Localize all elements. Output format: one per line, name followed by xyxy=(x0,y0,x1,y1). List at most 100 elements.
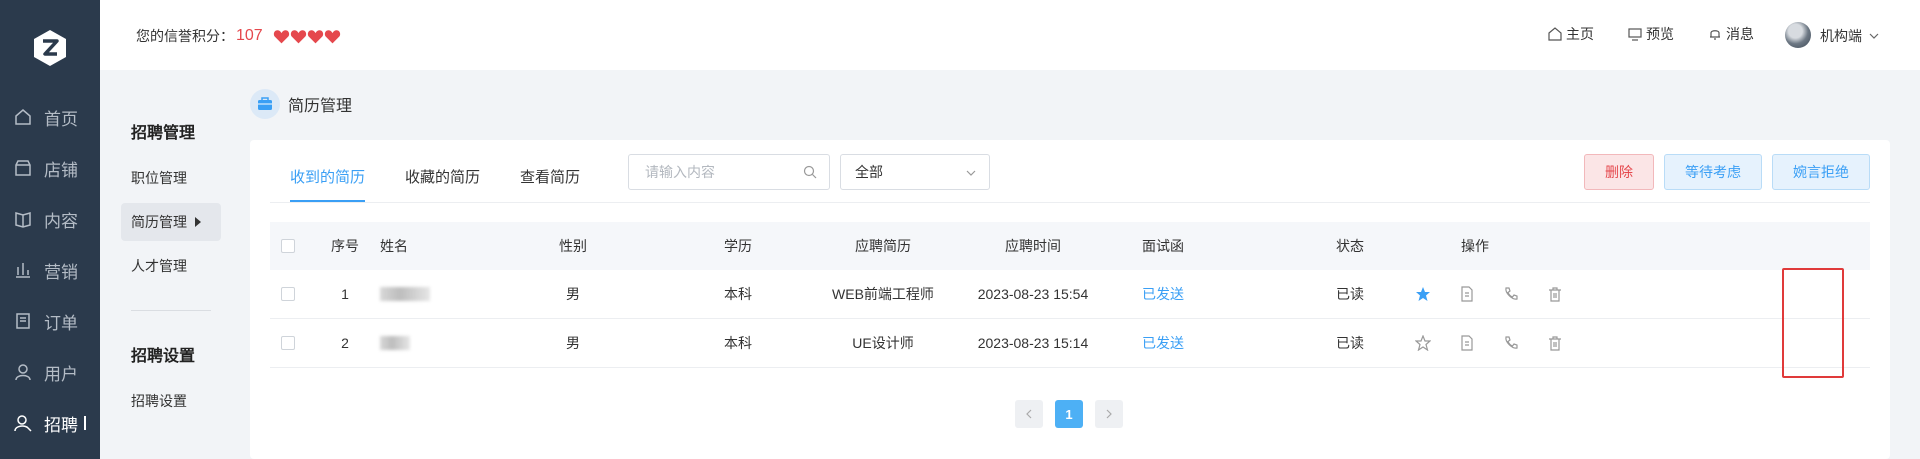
table-header: 序号 姓名 性别 学历 应聘简历 应聘时间 面试函 状态 操作 xyxy=(270,222,1870,270)
nav-label: 招聘 xyxy=(44,415,78,435)
sub-item-jobs[interactable]: 职位管理 xyxy=(121,159,221,197)
col-resume: 应聘简历 xyxy=(855,238,911,254)
home-link[interactable]: 主页 xyxy=(1548,24,1594,44)
page-button-current[interactable]: 1 xyxy=(1055,400,1083,428)
cell-status: 已读 xyxy=(1336,335,1364,351)
group-title-recruit-settings: 招聘设置 xyxy=(131,348,196,365)
sub-item-settings[interactable]: 招聘设置 xyxy=(121,382,221,420)
cell-edu: 本科 xyxy=(724,335,752,351)
sub-item-resumes[interactable]: 简历管理 xyxy=(121,203,221,241)
col-time: 应聘时间 xyxy=(1005,238,1061,254)
main-nav: 首页 店铺 内容 营销 订单 用户 招聘 xyxy=(0,0,100,459)
search-input[interactable] xyxy=(645,164,795,180)
nav-item-marketing[interactable]: 营销 xyxy=(0,255,100,285)
cell-invite[interactable]: 已发送 xyxy=(1123,319,1203,367)
document-icon[interactable] xyxy=(1455,282,1479,306)
cell-gender: 男 xyxy=(566,286,580,302)
messages-link-label: 消息 xyxy=(1726,26,1754,42)
username: 机构端 xyxy=(1820,28,1862,44)
user-icon xyxy=(14,363,32,381)
cell-time: 2023-08-23 15:54 xyxy=(977,286,1089,302)
nav-item-recruit[interactable]: 招聘 xyxy=(0,408,100,438)
home-link-label: 主页 xyxy=(1566,26,1594,42)
sub-item-talents[interactable]: 人才管理 xyxy=(121,247,221,285)
tab-viewed[interactable]: 查看简历 xyxy=(520,166,580,201)
home-icon xyxy=(1548,27,1562,41)
delete-button[interactable]: 删除 xyxy=(1584,154,1654,190)
chevron-down-icon xyxy=(1869,33,1879,39)
tab-favorited[interactable]: 收藏的简历 xyxy=(405,166,480,201)
nav-item-content[interactable]: 内容 xyxy=(0,204,100,234)
heart-icon xyxy=(324,29,340,43)
store-icon xyxy=(14,159,32,177)
search-icon[interactable] xyxy=(803,165,817,179)
select-all-checkbox[interactable] xyxy=(281,239,295,253)
filter-select[interactable]: 全部 xyxy=(840,154,990,190)
cell-edu: 本科 xyxy=(724,286,752,302)
resume-tabs: 收到的简历 收藏的简历 查看简历 xyxy=(290,166,620,202)
resume-card: 收到的简历 收藏的简历 查看简历 全部 删除 等待考虑 婉言拒绝 序号 姓名 性… xyxy=(250,140,1890,459)
book-icon xyxy=(14,210,32,228)
table-row: 2 男 本科 UE设计师 2023-08-23 15:14 已发送 已读 xyxy=(270,319,1870,368)
pagination: 1 xyxy=(1015,400,1123,428)
monitor-icon xyxy=(1628,28,1642,41)
next-page-button[interactable] xyxy=(1095,400,1123,428)
cell-gender: 男 xyxy=(566,335,580,351)
star-outline-icon[interactable] xyxy=(1411,331,1435,355)
trash-icon[interactable] xyxy=(1543,331,1567,355)
nav-label: 订单 xyxy=(44,313,78,333)
row-checkbox[interactable] xyxy=(281,336,295,350)
nav-item-home[interactable]: 首页 xyxy=(0,102,100,132)
briefcase-icon xyxy=(250,89,280,119)
app-logo[interactable] xyxy=(32,28,68,68)
prev-page-button[interactable] xyxy=(1015,400,1043,428)
wait-button[interactable]: 等待考虑 xyxy=(1664,154,1762,190)
select-all-cell xyxy=(281,222,295,270)
page-title-text: 简历管理 xyxy=(288,98,353,115)
tab-divider xyxy=(270,202,1870,203)
nav-item-store[interactable]: 店铺 xyxy=(0,153,100,183)
cell-ops xyxy=(1411,270,1567,318)
cell-name xyxy=(380,319,410,367)
credit-info: 您的信誉积分： 107 xyxy=(136,26,341,46)
recruit-icon xyxy=(14,414,32,432)
nav-item-orders[interactable]: 订单 xyxy=(0,306,100,336)
preview-link-label: 预览 xyxy=(1646,26,1674,42)
cell-invite[interactable]: 已发送 xyxy=(1123,270,1203,318)
annotation-highlight xyxy=(1782,268,1844,378)
cell-resume[interactable]: UE设计师 xyxy=(823,319,943,367)
document-icon[interactable] xyxy=(1455,331,1479,355)
preview-link[interactable]: 预览 xyxy=(1628,24,1674,44)
heart-icon xyxy=(273,29,289,43)
search-box xyxy=(628,154,830,190)
phone-icon[interactable] xyxy=(1499,282,1523,306)
sub-sidebar: 招聘管理 职位管理 简历管理 人才管理 招聘设置 招聘设置 xyxy=(100,70,230,459)
phone-icon[interactable] xyxy=(1499,331,1523,355)
trash-icon[interactable] xyxy=(1543,282,1567,306)
user-menu[interactable]: 机构端 xyxy=(1820,26,1880,46)
home-icon xyxy=(14,108,32,126)
nav-label: 营销 xyxy=(44,262,78,282)
cell-index: 2 xyxy=(341,335,349,351)
reject-button[interactable]: 婉言拒绝 xyxy=(1772,154,1870,190)
cell-resume[interactable]: WEB前端工程师 xyxy=(823,270,943,318)
nav-item-users[interactable]: 用户 xyxy=(0,357,100,387)
cell-time: 2023-08-23 15:14 xyxy=(977,335,1089,351)
tab-received[interactable]: 收到的简历 xyxy=(290,166,366,202)
star-filled-icon[interactable] xyxy=(1411,282,1435,306)
row-checkbox[interactable] xyxy=(281,287,295,301)
nav-label: 首页 xyxy=(44,109,78,129)
sub-item-label: 简历管理 xyxy=(131,214,187,230)
cell-index: 1 xyxy=(341,286,349,302)
messages-link[interactable]: 消息 xyxy=(1708,24,1754,44)
avatar[interactable] xyxy=(1785,22,1811,48)
row-select-cell xyxy=(281,270,295,318)
top-header: 您的信誉积分： 107 主页 预览 消息 机构端 xyxy=(100,0,1920,70)
row-select-cell xyxy=(281,319,295,367)
nav-label: 用户 xyxy=(44,364,78,384)
cell-name xyxy=(380,270,430,318)
group-title-recruit-manage: 招聘管理 xyxy=(131,125,196,142)
col-status: 状态 xyxy=(1336,238,1364,254)
chart-icon xyxy=(14,261,32,279)
chevron-left-icon xyxy=(1026,409,1032,419)
